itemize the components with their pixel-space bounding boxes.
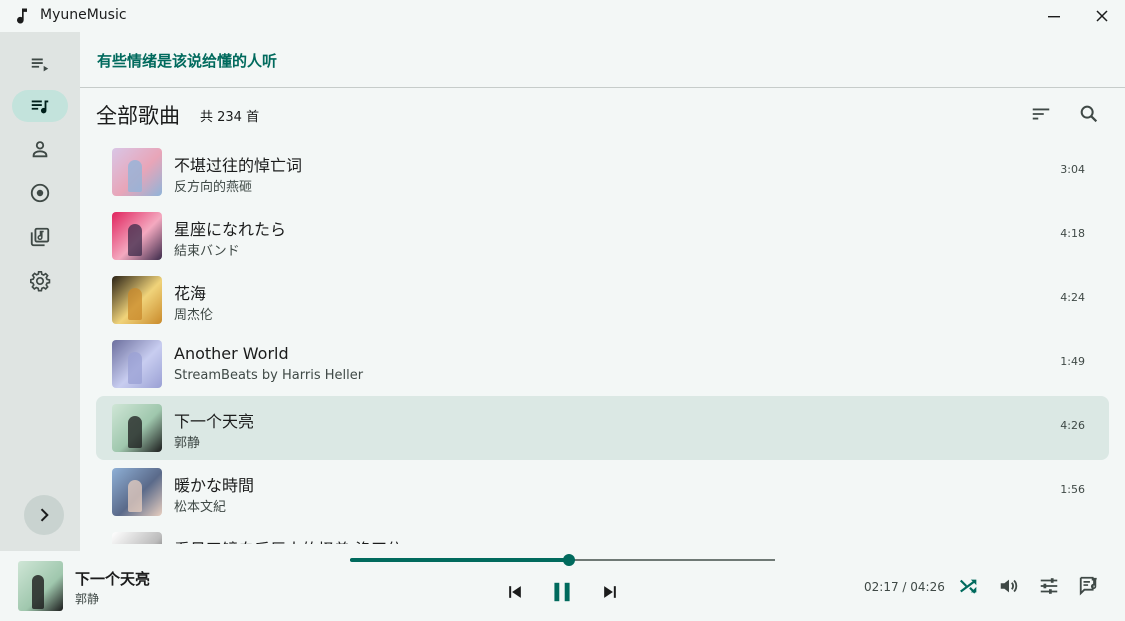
cover-artwork <box>128 416 142 448</box>
album-cover <box>112 212 162 260</box>
sort-button[interactable] <box>1029 102 1053 126</box>
cover-artwork <box>128 288 142 320</box>
skip-next-icon <box>604 586 616 598</box>
minimize-icon <box>1048 16 1060 18</box>
pause-button[interactable] <box>546 576 578 608</box>
cover-artwork <box>32 575 44 609</box>
lyrics-icon <box>1079 576 1097 596</box>
time-display: 02:17 / 04:26 <box>864 580 945 594</box>
search-icon <box>1080 105 1098 123</box>
progress-fill <box>350 558 569 562</box>
minimize-button[interactable] <box>1042 4 1066 28</box>
previous-button[interactable] <box>503 580 527 604</box>
song-artist: 反方向的燕砸 <box>174 180 253 195</box>
pause-icon <box>554 582 570 602</box>
settings-icon <box>30 271 51 292</box>
queue-icon <box>31 58 49 72</box>
music-note-icon <box>17 8 27 24</box>
skip-previous-icon <box>509 586 521 598</box>
song-row[interactable]: 不堪过往的悼亡词反方向的燕砸 3:04 <box>96 140 1109 204</box>
shuffle-button[interactable] <box>957 574 981 598</box>
song-title: Another World <box>174 344 289 363</box>
search-button[interactable] <box>1077 102 1101 126</box>
now-playing-artist: 郭静 <box>75 592 100 606</box>
song-artist: 松本文紀 <box>174 500 227 515</box>
folder-music-icon <box>30 227 50 247</box>
shuffle-icon <box>959 579 977 594</box>
song-duration: 1:49 <box>1060 355 1085 368</box>
title-bar: MyuneMusic <box>0 0 1125 32</box>
album-cover <box>112 276 162 324</box>
song-duration: 4:18 <box>1060 227 1085 240</box>
song-title: 看见了镜自后巨大的怪兽 洛天依 <box>174 536 403 544</box>
song-title: 不堪过往的悼亡词 <box>174 156 303 175</box>
chevron-right-icon <box>40 508 49 522</box>
player-bar: 下一个天亮 郭静 02:17 / 04:26 <box>0 551 1125 621</box>
volume-button[interactable] <box>997 574 1021 598</box>
app-title: MyuneMusic <box>40 7 127 23</box>
song-title: 星座になれたら <box>174 220 287 239</box>
cover-artwork <box>128 352 142 384</box>
song-duration: 4:26 <box>1060 419 1085 432</box>
artist-icon <box>32 141 48 158</box>
song-artist: 結束バンド <box>174 244 240 259</box>
time-separator: / <box>898 580 911 594</box>
main-panel: 有些情绪是该说给懂的人听 全部歌曲 共 234 首 不堪过往的悼亡词反方向的燕砸… <box>80 32 1125 551</box>
progress-slider[interactable] <box>350 554 775 566</box>
cover-artwork <box>128 480 142 512</box>
close-icon <box>1096 10 1108 22</box>
song-row[interactable]: 花海周杰伦 4:24 <box>96 268 1109 332</box>
sort-icon <box>1032 108 1050 120</box>
current-lyric-line[interactable]: 有些情绪是该说给懂的人听 <box>97 50 277 71</box>
album-icon <box>30 183 50 203</box>
song-title: 下一个天亮 <box>174 412 255 431</box>
nav-artists[interactable] <box>12 133 68 165</box>
progress-thumb[interactable] <box>562 554 575 566</box>
equalizer-button[interactable] <box>1037 574 1061 598</box>
album-cover <box>112 404 162 452</box>
song-artist: StreamBeats by Harris Heller <box>174 368 364 383</box>
song-count: 共 234 首 <box>200 110 260 125</box>
song-list: 不堪过往的悼亡词反方向的燕砸 3:04 星座になれたら結束バンド 4:18 花海周杰伦 4… <box>96 140 1109 544</box>
library-music-icon <box>31 100 49 114</box>
divider <box>80 87 1125 88</box>
total-time: 04:26 <box>910 580 945 594</box>
volume-icon <box>1000 579 1018 593</box>
song-artist: 周杰伦 <box>174 308 214 323</box>
album-cover <box>112 532 162 544</box>
sidebar <box>0 32 80 551</box>
nav-queue[interactable] <box>12 48 68 80</box>
cover-artwork <box>128 160 142 192</box>
page-title: 全部歌曲 <box>96 104 180 128</box>
song-row[interactable]: 看见了镜自后巨大的怪兽 洛天依 <box>96 524 1109 544</box>
lyrics-button[interactable] <box>1077 574 1101 598</box>
elapsed-time: 02:17 <box>864 580 899 594</box>
next-button[interactable] <box>598 580 622 604</box>
song-artist: 郭静 <box>174 436 201 451</box>
song-row[interactable]: 下一个天亮郭静 4:26 <box>96 396 1109 460</box>
song-duration: 3:04 <box>1060 163 1085 176</box>
nav-settings[interactable] <box>12 265 68 297</box>
expand-sidebar-button[interactable] <box>24 495 64 535</box>
nav-all-songs[interactable] <box>12 90 68 122</box>
song-row[interactable]: 星座になれたら結束バンド 4:18 <box>96 204 1109 268</box>
album-cover <box>112 340 162 388</box>
album-cover <box>112 468 162 516</box>
cover-artwork <box>128 224 142 256</box>
album-cover <box>112 148 162 196</box>
song-row[interactable]: Another World StreamBeats by Harris Helle… <box>96 332 1109 396</box>
nav-albums[interactable] <box>12 177 68 209</box>
close-button[interactable] <box>1090 4 1114 28</box>
song-duration: 1:56 <box>1060 483 1085 496</box>
nav-folders[interactable] <box>12 221 68 253</box>
song-title: 花海 <box>174 284 207 303</box>
now-playing-cover[interactable] <box>18 561 63 611</box>
equalizer-icon <box>1040 578 1058 594</box>
song-duration: 4:24 <box>1060 291 1085 304</box>
song-row[interactable]: 暖かな時間松本文紀 1:56 <box>96 460 1109 524</box>
song-title: 暖かな時間 <box>174 476 255 495</box>
now-playing-title: 下一个天亮 <box>75 570 151 588</box>
